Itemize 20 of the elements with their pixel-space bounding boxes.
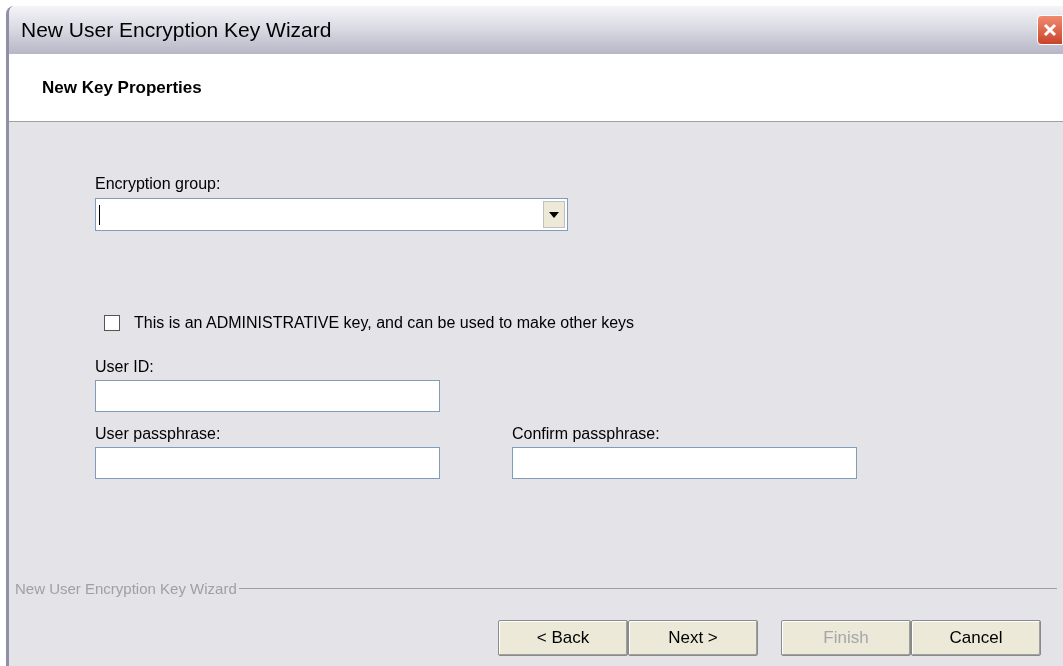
page-heading: New Key Properties bbox=[42, 76, 202, 99]
field-label: User passphrase: bbox=[95, 424, 222, 444]
group-label: New User Encryption Key Wizard bbox=[15, 578, 237, 599]
input-field[interactable] bbox=[512, 447, 857, 479]
dropdown-button[interactable] bbox=[543, 201, 565, 228]
close-icon bbox=[1042, 22, 1058, 38]
wizard-button[interactable]: < Back bbox=[498, 620, 628, 656]
checkbox[interactable] bbox=[104, 315, 120, 331]
caret-icon bbox=[549, 211, 559, 218]
wizard-button[interactable]: Cancel bbox=[911, 620, 1041, 656]
dropdown-field[interactable] bbox=[95, 198, 568, 231]
input-field[interactable] bbox=[95, 380, 440, 412]
close-button[interactable] bbox=[1037, 15, 1063, 45]
field-label: Confirm passphrase: bbox=[512, 424, 661, 444]
checkbox-label: This is an ADMINISTRATIVE key, and can be used to make other keys bbox=[134, 313, 635, 333]
field-label: Encryption group: bbox=[95, 174, 222, 194]
window-title: New User Encryption Key Wizard bbox=[21, 17, 332, 44]
field-label: User ID: bbox=[95, 357, 155, 377]
wizard-button[interactable]: Next > bbox=[628, 620, 758, 656]
input-field[interactable] bbox=[95, 447, 440, 479]
